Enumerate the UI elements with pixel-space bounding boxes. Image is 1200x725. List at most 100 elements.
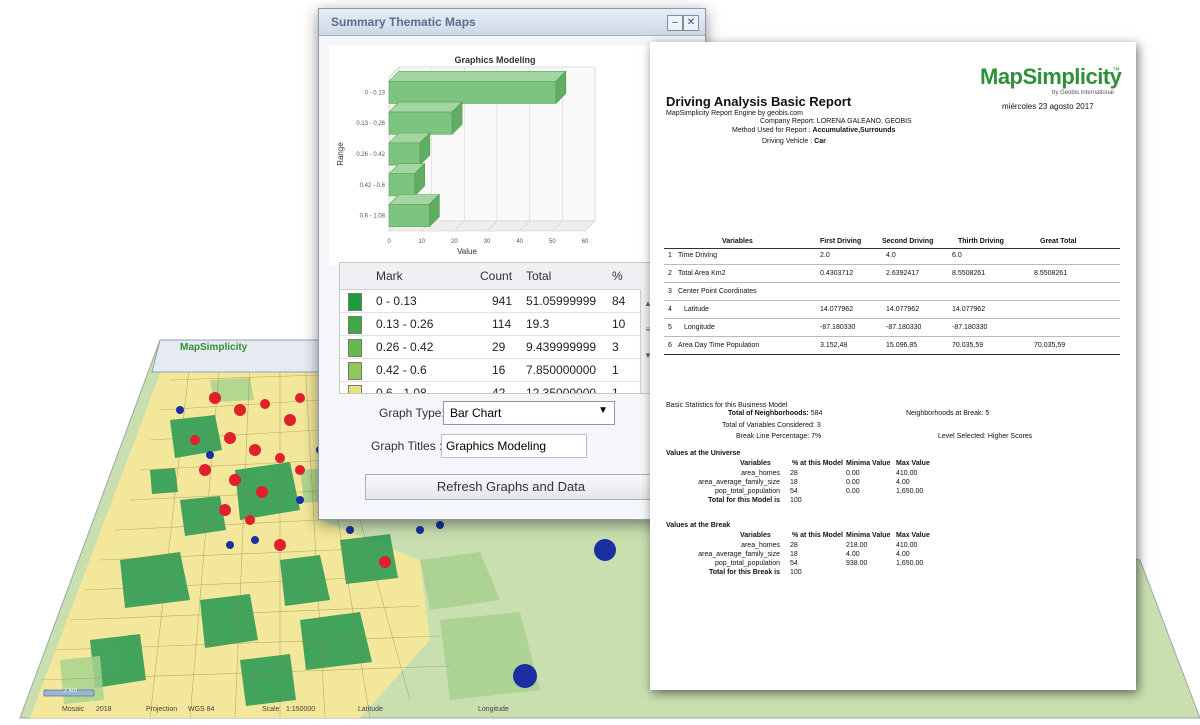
data-table[interactable]: Mark Count Total % 0 - 0.13 941 51.0599999…	[339, 262, 667, 394]
subtable-total-value: 100	[790, 569, 802, 576]
color-swatch	[348, 293, 362, 311]
level-value: Higher Scores	[987, 433, 1033, 440]
bar-chart: Graphics Modeling 0 10 20 30 40 50 60 Value Range…	[329, 45, 693, 265]
cell-total: 12.35000000	[526, 386, 597, 394]
header-count[interactable]: Count	[480, 269, 512, 283]
table-row[interactable]: 0.42 - 0.6 16 7.850000000 1	[340, 359, 666, 382]
cell-pct: 3	[612, 340, 619, 354]
color-swatch	[348, 316, 362, 334]
cell-mark: 0.13 - 0.26	[376, 317, 434, 331]
row-variable: Time Driving	[678, 252, 718, 259]
row-variable: Total Area Km2	[678, 270, 726, 277]
subtable-max: 1,650.00	[896, 488, 924, 495]
subtable-min: 4.00	[846, 551, 860, 558]
x-tick-label: 60	[582, 239, 589, 245]
neighborhoods-break-label: Neighborhoods at Break:	[906, 410, 984, 417]
report-logo-text: MapSimplicity	[980, 64, 1122, 89]
row-second: 2.6392417	[886, 270, 920, 277]
window-titlebar[interactable]: Summary Thematic Maps – ✕	[319, 9, 705, 36]
row-thirth: 70.035,59	[952, 342, 984, 349]
graph-titles-input[interactable]: Graphics Modeling	[441, 434, 587, 458]
cell-count: 16	[492, 363, 506, 377]
bar-top	[388, 71, 567, 82]
row-thirth: -87.180330	[952, 324, 988, 331]
chevron-down-icon[interactable]: ▼	[598, 405, 608, 416]
table-row[interactable]: 0.6 - 1.08 42 12.35000000 1	[340, 382, 666, 394]
row-second: -87.180330	[886, 324, 922, 331]
mosaic-label: Mosaic	[62, 706, 85, 713]
projection-value: WGS 84	[188, 706, 215, 713]
table-row[interactable]: 0.26 - 0.42 29 9.439999999 3	[340, 336, 666, 359]
table-header: Mark Count Total %	[340, 263, 666, 290]
x-tick-label: 40	[516, 239, 523, 245]
row-second: 4.0	[886, 252, 896, 259]
row-total: 8.5508261	[1034, 270, 1068, 277]
subtable-total-value: 100	[790, 497, 802, 504]
summary-thematic-maps-window[interactable]: Summary Thematic Maps – ✕ Graphics Model…	[318, 8, 706, 520]
col-variables: Variables	[722, 238, 753, 245]
row-second: 14.077962	[886, 306, 920, 313]
break-pct-label: Break Line Percentage:	[736, 433, 810, 440]
subtable-variable: area_homes	[741, 470, 780, 477]
subtable-header: Minima Value	[846, 532, 891, 539]
projection-label: Projection	[146, 706, 178, 713]
stats-title: Basic Statistics for this Business Model	[666, 402, 788, 409]
subtable-pct: 54	[790, 488, 798, 495]
total-neighborhoods: Total of Neighborhoods: 584	[728, 410, 822, 417]
report-method: Method Used for Report : Accumulative,Su…	[732, 127, 895, 134]
longitude-label: Longitude	[478, 706, 509, 713]
total-variables: Total of Variables Considered: 3	[722, 422, 821, 429]
subtable-variable: pop_total_population	[714, 560, 780, 567]
header-total[interactable]: Total	[526, 269, 551, 283]
cell-count: 114	[492, 317, 512, 331]
row-variable: Center Point Coordinates	[678, 288, 757, 295]
graph-type-label: Graph Type:	[379, 406, 445, 420]
header-mark[interactable]: Mark	[376, 269, 403, 283]
close-icon[interactable]: ✕	[683, 15, 699, 31]
row-thirth: 14.077962	[952, 306, 986, 313]
method-label: Method Used for Report :	[732, 127, 811, 134]
y-tick-label: 0.42 - 0.6	[360, 183, 386, 189]
subtable-min: 938.00	[846, 560, 868, 567]
bar	[388, 142, 421, 166]
bar-top	[388, 101, 463, 113]
table-row[interactable]: 0 - 0.13 941 51.05999999 84	[340, 290, 666, 313]
color-swatch	[348, 362, 362, 380]
break-pct-value: 7%	[811, 433, 822, 440]
report-logo-sub: by Geobis International	[1052, 90, 1114, 96]
subtable-total-label: Total for this Model is	[708, 497, 780, 504]
level-selected: Level Selected: Higher Scores	[938, 433, 1032, 440]
x-tick-label: 10	[418, 239, 425, 245]
cell-total: 51.05999999	[526, 294, 597, 308]
level-label: Level Selected:	[938, 433, 986, 440]
subtable-header: Variables	[740, 460, 771, 467]
minimize-icon[interactable]: –	[667, 15, 683, 31]
cell-mark: 0 - 0.13	[376, 294, 417, 308]
cell-total: 19.3	[526, 317, 550, 331]
refresh-graphs-button[interactable]: Refresh Graphs and Data	[365, 474, 657, 500]
subtable-total-label: Total for this Break is	[708, 569, 780, 576]
row-number: 2	[668, 270, 672, 277]
subtable-min: 218.00	[846, 542, 868, 549]
header-pct[interactable]: %	[612, 269, 623, 283]
neighborhoods-break-value: 5	[985, 410, 990, 417]
scale-value: 1:150000	[286, 706, 316, 713]
bar	[388, 173, 415, 197]
bar	[388, 204, 430, 227]
row-variable: Area Day Time Population	[678, 342, 760, 349]
subtable-variable: pop_total_population	[714, 488, 780, 495]
cell-pct: 84	[612, 294, 626, 308]
subtable-pct: 18	[790, 479, 798, 486]
total-variables-value: 3	[816, 422, 821, 429]
subtable-header: % at this Model	[792, 460, 843, 467]
total-neighborhoods-value: 584	[810, 410, 823, 417]
subtable-max: 1,650.00	[896, 560, 924, 567]
graph-type-select[interactable]: Bar Chart ▼	[443, 401, 615, 425]
row-variable: Longitude	[684, 324, 715, 331]
x-tick-label: 20	[451, 239, 458, 245]
cell-mark: 0.26 - 0.42	[376, 340, 434, 354]
scale-label: Scale	[262, 706, 280, 713]
table-row[interactable]: 0.13 - 0.26 114 19.3 10	[340, 313, 666, 336]
x-tick-label: 0	[387, 239, 391, 245]
y-tick-label: 0.26 - 0.42	[356, 152, 385, 158]
